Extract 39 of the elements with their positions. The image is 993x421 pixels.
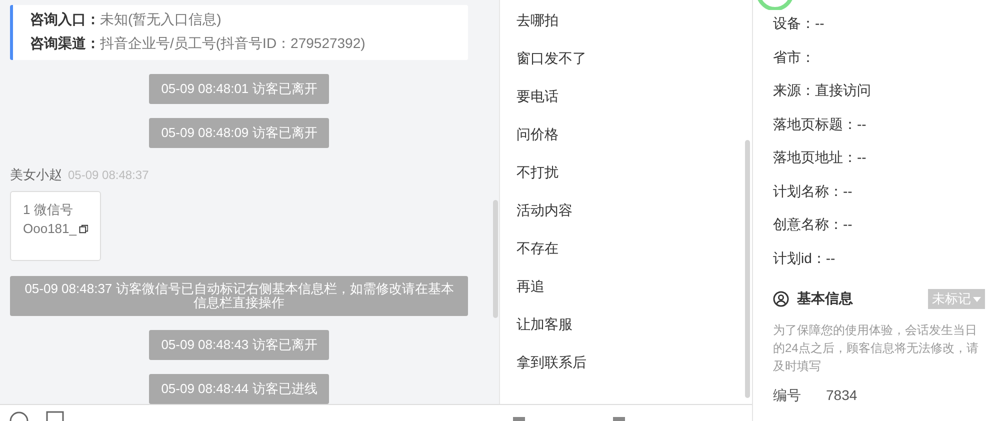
message-time: 05-09 08:48:37 [68, 168, 149, 182]
sender-name: 美女小赵 [10, 166, 62, 184]
user-icon [773, 291, 789, 307]
info-value: 抖音企业号/员工号(抖音号ID：279527392) [100, 35, 366, 51]
system-message: 05-09 08:48:09 访客已离开 [149, 118, 330, 148]
system-message: 05-09 08:48:01 访客已离开 [149, 74, 330, 104]
system-message: 05-09 08:48:44 访客已进线 [149, 374, 330, 404]
quick-reply-item[interactable]: 问价格 [516, 124, 752, 145]
quick-reply-item[interactable]: 去哪拍 [516, 10, 752, 31]
field-value: 7834 [826, 387, 858, 405]
field-label: 编号 [773, 387, 802, 405]
hint-text: 为了保障您的使用体验，会话发生当日的24点之后，顾客信息将无法修改，请及时填写 [773, 322, 980, 375]
info-field: 创意名称：-- [773, 216, 852, 232]
copy-icon[interactable] [78, 222, 88, 234]
caret-icon [973, 296, 981, 302]
quick-reply-item[interactable]: 窗口发不了 [516, 48, 752, 69]
info-field: 省市： [773, 48, 815, 64]
info-label: 咨询渠道： [30, 35, 100, 51]
system-notice: 05-09 08:48:37 访客微信号已自动标记右侧基本信息栏，如需修改请在基本信息栏直接操作 [10, 276, 468, 316]
quick-reply-item[interactable]: 再追 [516, 276, 752, 297]
system-message: 05-09 08:48:43 访客已离开 [149, 330, 330, 360]
info-field: 落地页标题：-- [773, 116, 866, 132]
info-field: 落地页地址：-- [773, 149, 866, 165]
info-value: 未知(暂无入口信息) [100, 11, 222, 27]
quick-reply-item[interactable]: 拿到联系后 [516, 352, 752, 373]
circle-drawing [755, 0, 795, 10]
info-field: 计划名称：-- [773, 182, 852, 198]
quick-reply-item[interactable]: 活动内容 [516, 200, 752, 221]
message-text: 1 微信号 [23, 201, 73, 219]
section-title: 基本信息 [797, 290, 854, 308]
quick-reply-item[interactable]: 让加客服 [516, 314, 752, 335]
quick-reply-item[interactable]: 要电话 [516, 86, 752, 107]
quick-reply-item[interactable]: 不打扰 [516, 162, 752, 183]
quick-reply-item[interactable]: 不存在 [516, 238, 752, 259]
message-text: Ooo181_ [23, 221, 76, 236]
info-field: 设备：-- [773, 15, 824, 31]
info-field: 来源：直接访问 [773, 82, 871, 98]
info-field: 计划id：-- [773, 250, 836, 266]
info-label: 咨询入口： [30, 11, 100, 27]
